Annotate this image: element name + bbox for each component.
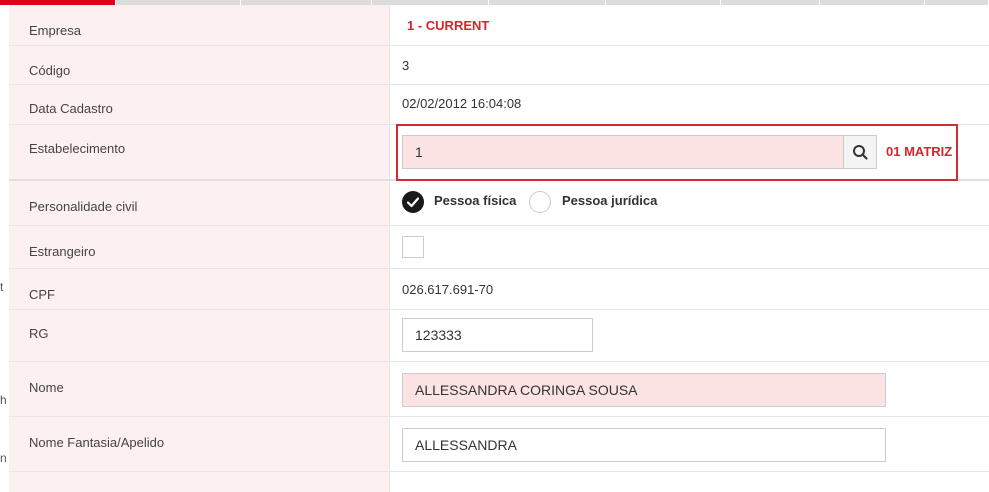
label-cell: Estabelecimento (9, 125, 390, 179)
label-cell: Estrangeiro (9, 226, 390, 268)
pessoa-juridica-label[interactable]: Pessoa jurídica (562, 193, 657, 208)
value-cell: 1 - CURRENT (390, 5, 989, 45)
checkmark-icon (406, 197, 420, 208)
row-rg: RG (9, 310, 989, 362)
row-estabelecimento: Estabelecimento 01 MATRIZ (9, 124, 989, 181)
partial-text: t (0, 280, 4, 294)
row-empresa: Empresa 1 - CURRENT (9, 5, 989, 46)
codigo-label: Código (29, 63, 71, 78)
row-cpf: CPF 026.617.691-70 (9, 269, 989, 310)
row-nome-fantasia: Nome Fantasia/Apelido (9, 417, 989, 472)
nome-input[interactable] (402, 373, 886, 407)
nome-fantasia-label: Nome Fantasia/Apelido (29, 435, 165, 450)
value-cell: 02/02/2012 16:04:08 (390, 85, 989, 124)
codigo-value: 3 (402, 58, 410, 73)
label-cell: Personalidade civil (9, 181, 390, 225)
empresa-value: 1 - CURRENT (407, 18, 490, 33)
label-cell: Data Cadastro (9, 85, 390, 124)
label-cell: Nome (9, 362, 390, 416)
value-cell: Pessoa física Pessoa jurídica (390, 181, 989, 225)
row-personalidade-civil: Personalidade civil Pessoa física Pessoa… (9, 181, 989, 226)
estrangeiro-checkbox[interactable] (402, 236, 424, 258)
search-button[interactable] (843, 135, 877, 169)
estabelecimento-description: 01 MATRIZ (886, 144, 953, 159)
rg-input[interactable] (402, 318, 593, 352)
value-cell: 026.617.691-70 (390, 269, 989, 309)
pessoa-fisica-label[interactable]: Pessoa física (434, 193, 516, 208)
data-cadastro-label: Data Cadastro (29, 101, 113, 116)
value-cell (390, 310, 989, 361)
label-cell: Código (9, 46, 390, 84)
value-cell (390, 226, 989, 268)
row-estrangeiro: Estrangeiro (9, 226, 989, 269)
nome-fantasia-input[interactable] (402, 428, 886, 462)
row-codigo: Código 3 (9, 46, 989, 85)
partial-text: n (0, 451, 7, 465)
value-cell: 3 (390, 46, 989, 84)
rg-label: RG (29, 326, 49, 341)
estrangeiro-label: Estrangeiro (29, 244, 96, 259)
data-cadastro-value: 02/02/2012 16:04:08 (402, 96, 522, 111)
value-cell: 01 MATRIZ (390, 124, 989, 181)
estabelecimento-label: Estabelecimento (29, 141, 126, 156)
nome-label: Nome (29, 380, 64, 395)
row-nome: Nome (9, 362, 989, 417)
label-cell: RG (9, 310, 390, 361)
radio-pessoa-juridica[interactable] (529, 191, 551, 213)
value-cell (390, 417, 989, 471)
estabelecimento-input[interactable] (402, 135, 844, 169)
row-data-cadastro: Data Cadastro 02/02/2012 16:04:08 (9, 85, 989, 125)
search-icon (853, 145, 868, 160)
row-next (9, 472, 989, 492)
cpf-value: 026.617.691-70 (402, 282, 494, 297)
empresa-label: Empresa (29, 23, 82, 38)
partial-text: h (0, 393, 7, 407)
label-cell: Nome Fantasia/Apelido (9, 417, 390, 471)
radio-pessoa-fisica[interactable] (402, 191, 424, 213)
label-cell (9, 472, 390, 492)
label-cell: CPF (9, 269, 390, 309)
cpf-label: CPF (29, 287, 55, 302)
value-cell (390, 362, 989, 416)
label-cell: Empresa (9, 5, 390, 45)
personalidade-civil-label: Personalidade civil (29, 199, 138, 214)
